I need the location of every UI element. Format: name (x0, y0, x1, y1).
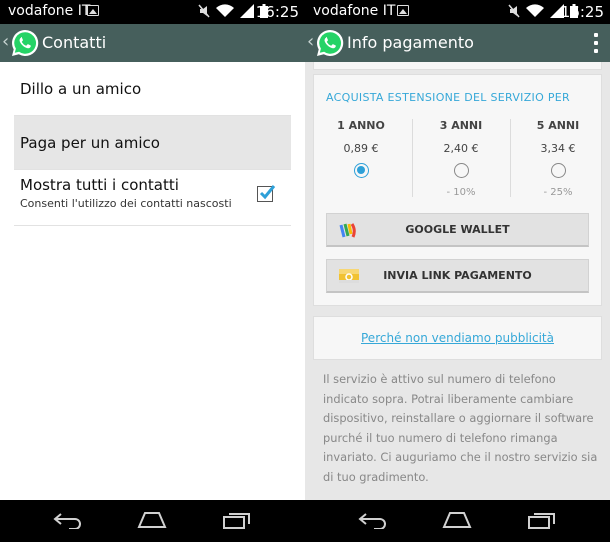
right-screen: vodafone IT 16:25 ‹ Info pagamento ACQUI… (305, 0, 610, 542)
checkbox-checked-icon (259, 185, 276, 200)
plan-divider (412, 119, 413, 197)
whatsapp-logo-icon[interactable] (10, 28, 40, 58)
clock: 16:25 (255, 3, 299, 21)
signal-icon (240, 4, 254, 18)
plan-radio[interactable] (550, 163, 566, 178)
whatsapp-logo-icon[interactable] (315, 28, 345, 58)
menu-item-pay-for-friend[interactable]: Paga per un amico (14, 116, 291, 170)
back-chevron-icon[interactable]: ‹ (2, 31, 9, 52)
send-link-label: INVIA LINK PAGAMENTO (383, 269, 532, 282)
plan-5-years[interactable]: 5 ANNI 3,34 € - 25% (511, 119, 605, 199)
overflow-menu-icon[interactable] (594, 33, 598, 53)
show-all-sublabel: Consenti l'utilizzo dei contatti nascost… (20, 197, 232, 210)
show-all-checkbox[interactable] (257, 185, 276, 202)
carrier-label: vodafone IT (313, 3, 396, 19)
previous-card-edge (313, 62, 602, 70)
nav-back-icon[interactable] (53, 511, 83, 529)
plans-heading: ACQUISTA ESTENSIONE DEL SERVIZIO PER (326, 91, 570, 104)
mute-icon (198, 4, 210, 18)
plan-price: 3,34 € (540, 142, 576, 155)
plan-radio[interactable] (453, 163, 469, 178)
carrier-label: vodafone IT (8, 3, 91, 19)
plan-name: 3 ANNI (439, 119, 483, 132)
status-bar: vodafone IT 16:25 (0, 0, 305, 24)
plan-discount: - 25% (543, 187, 573, 198)
nav-back-icon[interactable] (358, 511, 388, 529)
navigation-bar (0, 500, 305, 542)
google-wallet-icon (339, 223, 356, 238)
wifi-icon (526, 4, 544, 18)
plan-name: 1 ANNO (337, 119, 385, 132)
google-wallet-button[interactable]: GOOGLE WALLET (326, 213, 589, 247)
menu-item-label: Paga per un amico (20, 133, 160, 152)
navigation-bar (305, 500, 610, 542)
menu-item-tell-friend[interactable]: Dillo a un amico (14, 62, 291, 116)
link-payment-icon (339, 269, 359, 283)
plans-card: ACQUISTA ESTENSIONE DEL SERVIZIO PER 1 A… (313, 74, 602, 306)
status-bar: vodafone IT 16:25 (305, 0, 610, 24)
why-no-ads-link[interactable]: Perché non vendiamo pubblicità (361, 331, 554, 345)
action-bar: ‹ Info pagamento (305, 24, 610, 62)
wifi-icon (216, 4, 234, 18)
nav-recents-icon[interactable] (527, 511, 557, 529)
plan-discount: - 10% (446, 187, 476, 198)
show-all-label: Mostra tutti i contatti (20, 176, 179, 194)
action-bar: ‹ Contatti (0, 24, 305, 62)
plan-name: 5 ANNI (536, 119, 580, 132)
why-no-ads-card: Perché non vendiamo pubblicità (313, 316, 602, 360)
nav-home-icon[interactable] (441, 511, 473, 529)
nav-recents-icon[interactable] (222, 511, 252, 529)
screen-title: Contatti (42, 33, 107, 52)
plan-1-year[interactable]: 1 ANNO 0,89 € (314, 119, 408, 199)
google-wallet-label: GOOGLE WALLET (405, 223, 510, 236)
send-payment-link-button[interactable]: INVIA LINK PAGAMENTO (326, 259, 589, 293)
plan-price: 0,89 € (343, 142, 379, 155)
service-info-text: Il servizio è attivo sul numero di telef… (323, 372, 598, 484)
plan-discount (314, 187, 408, 199)
plan-radio-selected[interactable] (353, 163, 369, 178)
menu-item-show-all-contacts[interactable]: Mostra tutti i contatti Consenti l'utili… (14, 170, 291, 226)
plan-3-years[interactable]: 3 ANNI 2,40 € - 10% (414, 119, 508, 199)
left-screen: vodafone IT 16:25 ‹ Contatti Dillo a un … (0, 0, 305, 542)
mute-icon (508, 4, 520, 18)
screen-title: Info pagamento (347, 33, 474, 52)
menu-item-label: Dillo a un amico (20, 79, 142, 98)
back-chevron-icon[interactable]: ‹ (307, 31, 314, 52)
clock: 16:25 (560, 3, 604, 21)
nav-home-icon[interactable] (136, 511, 168, 529)
contacts-menu: Dillo a un amico Paga per un amico Mostr… (14, 62, 291, 226)
plan-price: 2,40 € (443, 142, 479, 155)
image-notification-icon (397, 5, 409, 16)
image-notification-icon (87, 5, 99, 16)
